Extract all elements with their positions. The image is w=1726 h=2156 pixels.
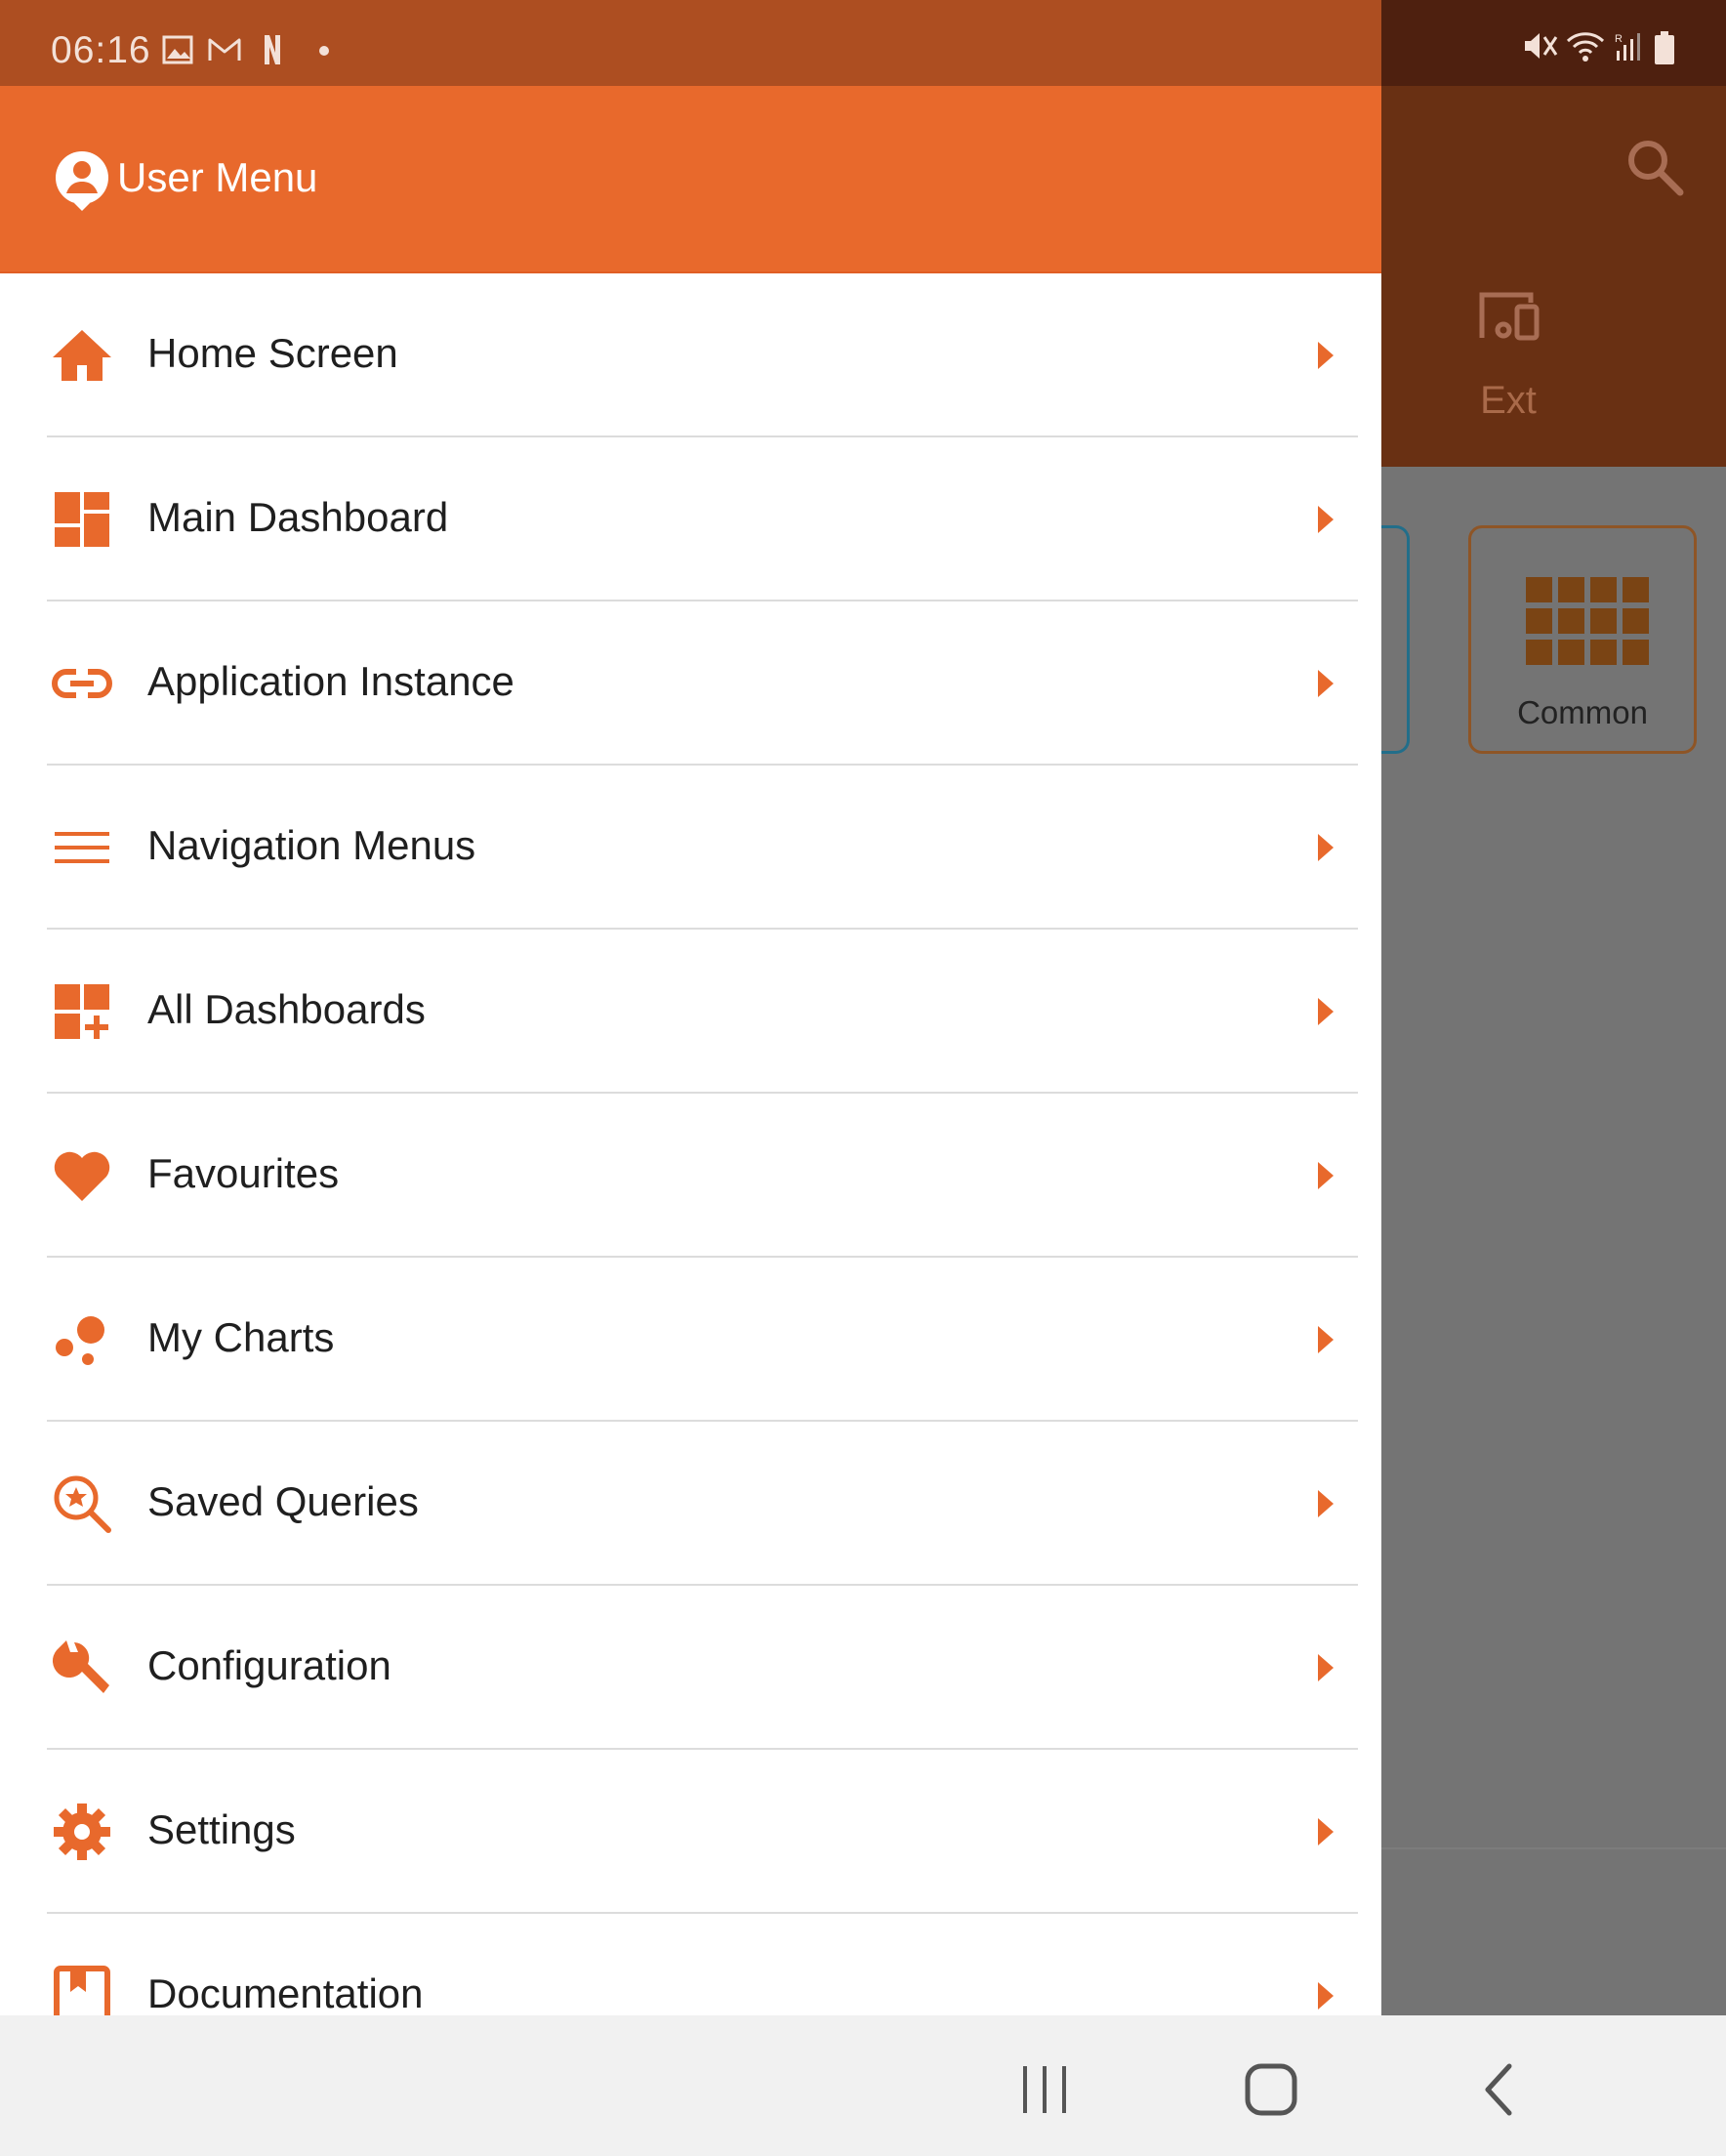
wifi-icon (1566, 32, 1605, 62)
search-icon (1628, 141, 1684, 196)
bubble-chart-icon (56, 1316, 104, 1365)
menu-item-label: Main Dashboard (147, 494, 449, 540)
apps-grid-icon (1526, 577, 1649, 665)
link-icon (52, 669, 112, 698)
back-icon[interactable] (1462, 2051, 1541, 2129)
menu-item-label: Configuration (147, 1642, 391, 1688)
menu-item-label: Saved Queries (147, 1478, 419, 1524)
signal-icon: R (1615, 33, 1640, 61)
status-bar: 06:16 (0, 0, 1381, 86)
image-icon (162, 35, 193, 64)
chevron-right-icon (1318, 506, 1334, 533)
menu-item-favourites[interactable]: Favourites (0, 1094, 1381, 1258)
chevron-right-icon (1318, 670, 1334, 697)
chevron-right-icon (1318, 834, 1334, 861)
menu-item-application-instance[interactable]: Application Instance (0, 601, 1381, 766)
chevron-right-icon (1318, 1654, 1334, 1681)
menu-item-label: Home Screen (147, 330, 398, 376)
system-navigation-bar (0, 2015, 1726, 2156)
chevron-right-icon (1318, 1162, 1334, 1189)
home-icon (53, 330, 111, 381)
menu-item-configuration[interactable]: Configuration (0, 1586, 1381, 1750)
dashboard-add-icon (55, 984, 109, 1039)
menu-item-my-charts[interactable]: My Charts (0, 1258, 1381, 1422)
gmail-icon (208, 38, 241, 61)
battery-icon (1655, 31, 1674, 64)
menu-item-settings[interactable]: Settings (0, 1750, 1381, 1914)
menu-item-label: Navigation Menus (147, 822, 476, 868)
recent-apps-icon[interactable] (1006, 2051, 1084, 2129)
menu-item-label: Documentation (147, 1970, 424, 2015)
dashboard-icon (55, 492, 109, 547)
navigation-drawer: User Menu Home Screen Main Dashboard App… (0, 86, 1381, 2015)
dot-icon (319, 46, 329, 56)
menu-item-label: Application Instance (147, 658, 514, 704)
chevron-right-icon (1318, 1818, 1334, 1845)
menu-item-label: Favourites (147, 1150, 340, 1196)
menu-list: Home Screen Main Dashboard Application I… (0, 273, 1381, 2015)
search-star-icon (54, 1475, 111, 1533)
common-card: Common (1468, 525, 1697, 754)
mute-icon (1525, 33, 1558, 59)
book-icon (54, 1966, 110, 2015)
menu-item-label: My Charts (147, 1314, 335, 1360)
menu-item-all-dashboards[interactable]: All Dashboards (0, 930, 1381, 1094)
heart-icon (54, 1151, 110, 1201)
drawer-header: User Menu (0, 86, 1381, 273)
background-divider (1380, 1847, 1726, 1849)
svg-text:R: R (1615, 33, 1623, 45)
home-button-icon[interactable] (1232, 2051, 1310, 2129)
chevron-right-icon (1318, 342, 1334, 369)
chevron-right-icon (1318, 1326, 1334, 1353)
common-card-label: Common (1517, 694, 1648, 730)
menu-item-saved-queries[interactable]: Saved Queries (0, 1422, 1381, 1586)
drawer-title: User Menu (117, 154, 318, 200)
menu-item-label: All Dashboards (147, 986, 426, 1032)
gear-icon (54, 1804, 110, 1860)
chevron-right-icon (1318, 1490, 1334, 1517)
menu-item-home-screen[interactable]: Home Screen (0, 273, 1381, 437)
wrench-icon (52, 1640, 109, 1693)
status-clock: 06:16 (51, 29, 151, 71)
chevron-right-icon (1318, 998, 1334, 1025)
menu-item-label: Settings (147, 1806, 296, 1852)
menu-icon (55, 832, 109, 863)
menu-item-navigation-menus[interactable]: Navigation Menus (0, 766, 1381, 930)
netflix-icon (265, 35, 280, 64)
devices-icon (1479, 292, 1540, 341)
tab-ext-label: Ext (1480, 379, 1537, 422)
menu-item-main-dashboard[interactable]: Main Dashboard (0, 437, 1381, 601)
account-icon (56, 151, 108, 211)
menu-item-documentation[interactable]: Documentation (0, 1914, 1381, 2015)
chevron-right-icon (1318, 1982, 1334, 2010)
